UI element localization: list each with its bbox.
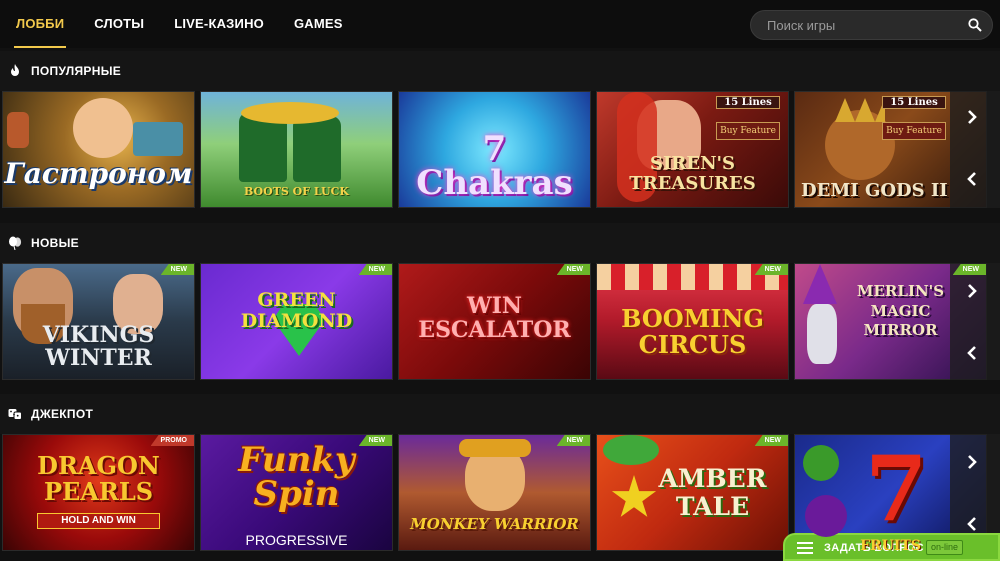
game-title: BOOTS OF LUCK [244, 185, 349, 198]
section-header: НОВЫЕ [0, 223, 1000, 263]
lines-label: 15 Lines [716, 96, 780, 109]
game-tile-win-escalator[interactable]: WIN ESCALATOR NEW [398, 263, 591, 380]
carousel-controls [950, 263, 1000, 380]
chevron-right-icon[interactable] [962, 107, 982, 127]
chevron-left-icon[interactable] [962, 343, 982, 363]
game-tile-funky-spin[interactable]: NEW Funky Spin PROGRESSIVE [200, 434, 393, 551]
game-tile-boots-of-luck[interactable]: BOOTS OF LUCK [200, 91, 393, 208]
game-title: DEMI GODS II [801, 180, 948, 201]
promo-badge: PROMO [150, 435, 194, 446]
new-badge: NEW [358, 435, 392, 446]
game-tile-sirens-treasures[interactable]: 15 Lines Buy Feature SIREN'S TREASURES [596, 91, 789, 208]
section-new: НОВЫЕ NEW VIKINGS WINTER NEW GREEN DIAMO… [0, 223, 1000, 393]
section-header: ДЖЕКПОТ [0, 394, 1000, 434]
chevron-left-icon[interactable] [962, 514, 982, 534]
game-subtitle: HOLD AND WIN [37, 513, 160, 529]
game-title: GREEN DIAMOND [240, 289, 353, 332]
fire-icon [11, 64, 19, 76]
game-tile-vikings-winter[interactable]: NEW VIKINGS WINTER [2, 263, 195, 380]
section-title: ПОПУЛЯРНЫЕ [31, 64, 122, 78]
top-navigation-bar: ЛОББИ СЛОТЫ LIVE-КАЗИНО GAMES [0, 0, 1000, 48]
game-tile-monkey-warrior[interactable]: NEW MONKEY WARRIOR [398, 434, 591, 551]
game-title: SIREN'S TREASURES [629, 153, 756, 194]
game-title: MONKEY WARRIOR [410, 515, 579, 533]
search-icon[interactable] [968, 18, 982, 32]
section-title: ДЖЕКПОТ [31, 407, 94, 421]
search-box [750, 10, 993, 40]
nav-tab-live-casino[interactable]: LIVE-КАЗИНО [174, 0, 264, 48]
buy-feature-label: Buy Feature [882, 122, 946, 140]
game-title: BOOMING CIRCUS [621, 304, 764, 360]
game-tile-dragon-pearls[interactable]: PROMO DRAGON PEARLS HOLD AND WIN [2, 434, 195, 551]
main-nav: ЛОББИ СЛОТЫ LIVE-КАЗИНО GAMES [0, 0, 357, 48]
game-title: WIN ESCALATOR [418, 293, 571, 344]
chevron-right-icon[interactable] [962, 281, 982, 301]
nav-tab-lobby[interactable]: ЛОББИ [13, 0, 67, 48]
new-badge: NEW [754, 435, 788, 446]
game-tile-amber-tale[interactable]: NEW AMBER TALE [596, 434, 789, 551]
chevron-right-icon[interactable] [962, 452, 982, 472]
nav-tab-games[interactable]: GAMES [294, 0, 343, 48]
game-title: DRAGON PEARLS [37, 451, 160, 507]
game-tile-booming-circus[interactable]: NEW BOOMING CIRCUS [596, 263, 789, 380]
balloon-icon [9, 236, 22, 250]
new-badge: NEW [556, 264, 590, 275]
lines-label: 15 Lines [882, 96, 946, 109]
game-tile-gastronom[interactable]: Гастроном [2, 91, 195, 208]
game-title: Гастроном [4, 157, 193, 190]
game-tile-green-diamond[interactable]: NEW GREEN DIAMOND [200, 263, 393, 380]
section-popular: ПОПУЛЯРНЫЕ Гастроном BOOTS OF LUCK 7 Cha… [0, 51, 1000, 221]
game-title: 7 Chakras [416, 129, 573, 203]
section-header: ПОПУЛЯРНЫЕ [0, 51, 1000, 91]
game-title: MERLIN'S MAGIC MIRROR [856, 282, 945, 339]
dice-icon [8, 409, 22, 420]
new-badge: NEW [160, 264, 194, 275]
game-title: VIKINGS WINTER [42, 322, 155, 372]
buy-feature-label: Buy Feature [716, 122, 780, 140]
new-badge: NEW [556, 435, 590, 446]
game-tile-7-chakras[interactable]: 7 Chakras [398, 91, 591, 208]
nav-tab-slots[interactable]: СЛОТЫ [94, 0, 144, 48]
game-title: AMBER TALE [658, 464, 767, 521]
game-subtitle: PROGRESSIVE [245, 532, 348, 548]
new-badge: NEW [358, 264, 392, 275]
search-input[interactable] [767, 11, 957, 39]
section-title: НОВЫЕ [31, 236, 79, 250]
game-title: Funky Spin [238, 440, 355, 514]
game-title: FRUITS [860, 538, 921, 551]
